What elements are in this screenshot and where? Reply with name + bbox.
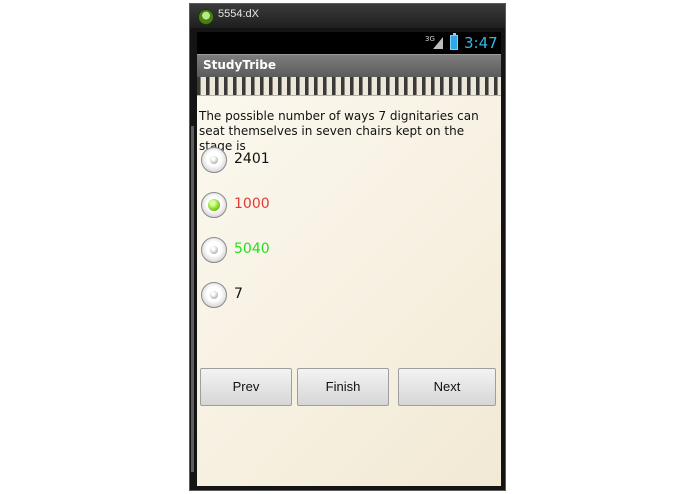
finish-button[interactable]: Finish	[297, 368, 389, 406]
quiz-content: The possible number of ways 7 dignitarie…	[197, 77, 501, 486]
window-title: 5554:dX	[218, 8, 259, 20]
window-title-bar[interactable]: 5554:dX	[190, 4, 505, 28]
prev-button[interactable]: Prev	[200, 368, 292, 406]
radio-button[interactable]	[201, 147, 227, 173]
app-title: StudyTribe	[203, 58, 276, 72]
radio-dot-icon	[210, 246, 218, 254]
option-3[interactable]: 5040	[201, 237, 491, 267]
signal-strength-icon	[433, 37, 443, 49]
radio-button-selected[interactable]	[201, 192, 227, 218]
radio-dot-icon	[210, 156, 218, 164]
app-title-bar: StudyTribe	[197, 54, 501, 77]
android-emulator-icon	[198, 9, 214, 25]
status-clock: 3:47	[464, 34, 498, 52]
battery-charging-icon	[450, 33, 458, 50]
radio-button[interactable]	[201, 237, 227, 263]
radio-dot-icon	[208, 199, 220, 211]
option-4[interactable]: 7	[201, 282, 491, 312]
status-bar: 3G 3:47	[197, 32, 501, 54]
notebook-spiral-binding	[197, 77, 501, 96]
option-1[interactable]: 2401	[201, 147, 491, 177]
next-button[interactable]: Next	[398, 368, 496, 406]
window-scrollbar[interactable]	[191, 126, 194, 472]
option-label: 1000	[234, 196, 270, 212]
option-label: 5040	[234, 241, 270, 257]
radio-button[interactable]	[201, 282, 227, 308]
phone-screen: 3G 3:47 StudyTribe The possible number o…	[197, 32, 501, 486]
option-label: 7	[234, 286, 243, 302]
option-2[interactable]: 1000	[201, 192, 491, 222]
option-label: 2401	[234, 151, 270, 167]
radio-dot-icon	[210, 291, 218, 299]
